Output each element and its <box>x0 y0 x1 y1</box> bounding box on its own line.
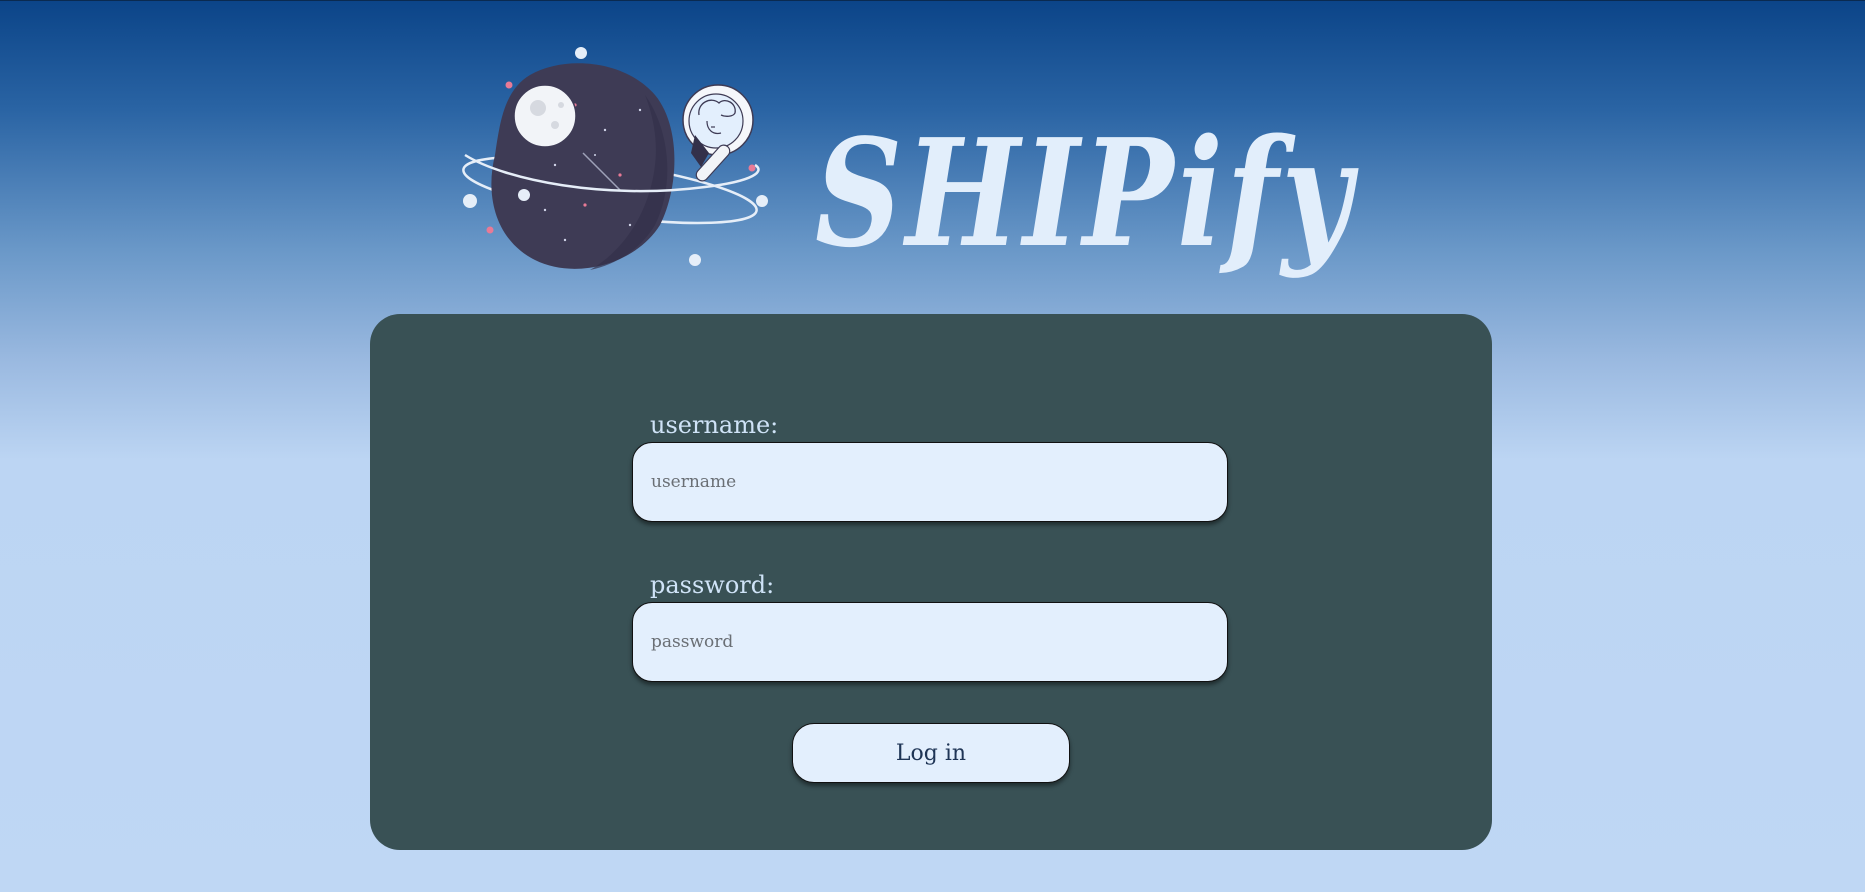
password-label: password: <box>650 571 775 599</box>
username-label: username: <box>650 411 779 439</box>
login-button[interactable]: Log in <box>792 723 1070 783</box>
header: SHIPify <box>455 35 1415 295</box>
top-border <box>0 0 1865 1</box>
brand-logo: SHIPify <box>815 106 1359 280</box>
brand-name: SHIPify <box>815 106 1359 280</box>
username-input[interactable] <box>632 442 1228 522</box>
login-card: username: password: Log in <box>370 314 1492 850</box>
password-input[interactable] <box>632 602 1228 682</box>
planet-astronaut-icon <box>462 47 768 270</box>
